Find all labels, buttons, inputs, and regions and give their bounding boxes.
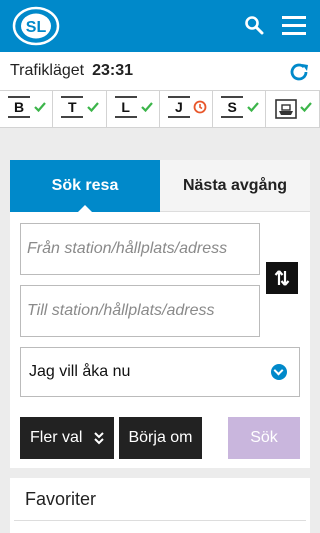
more-options-label: Fler val [30, 429, 83, 446]
mode-letter: L [114, 96, 137, 118]
checkmark-icon [300, 102, 313, 113]
mode-tram[interactable]: S [213, 91, 267, 128]
departure-time-select[interactable]: Jag vill åka nu [20, 347, 300, 397]
mode-bus[interactable]: B [0, 91, 54, 128]
mode-letter: T [61, 96, 84, 118]
divider [14, 520, 306, 521]
mode-commuter-rail[interactable]: J [160, 91, 214, 128]
mode-letter: S [221, 96, 244, 118]
svg-text:SL: SL [26, 19, 47, 36]
tab-search-trip[interactable]: Sök resa [10, 160, 160, 212]
from-input[interactable] [21, 224, 259, 274]
clock-icon [193, 100, 207, 114]
traffic-time: 23:31 [92, 62, 134, 79]
swap-direction-button[interactable] [266, 262, 298, 294]
swap-icon [274, 270, 290, 286]
double-chevron-down-icon [94, 432, 104, 445]
transport-modes-row: B T L J S [0, 90, 320, 128]
traffic-label: Trafikläget [10, 62, 85, 79]
more-options-button[interactable]: Fler val [20, 417, 114, 459]
departure-time-value: Jag vill åka nu [29, 363, 131, 380]
to-input[interactable] [21, 286, 259, 336]
mode-light-rail[interactable]: L [107, 91, 160, 128]
ferry-icon [275, 99, 298, 119]
app-header: SL [0, 0, 320, 52]
checkmark-icon [247, 102, 260, 113]
mode-letter: J [167, 96, 190, 118]
from-field[interactable] [20, 223, 260, 275]
search-button[interactable]: Sök [228, 417, 300, 459]
mode-ferry[interactable] [266, 91, 320, 128]
mode-metro[interactable]: T [53, 91, 107, 128]
chevron-down-icon [271, 364, 287, 380]
sl-logo[interactable]: SL [12, 6, 60, 46]
reset-button[interactable]: Börja om [119, 417, 202, 459]
mode-letter: B [8, 96, 30, 118]
hamburger-menu-icon[interactable] [280, 11, 308, 39]
planner-tabs: Sök resa Nästa avgång [10, 160, 310, 212]
checkmark-icon [140, 102, 153, 113]
favorites-section: Favoriter [10, 478, 310, 533]
refresh-icon[interactable] [288, 61, 310, 83]
tab-next-departure[interactable]: Nästa avgång [160, 160, 310, 212]
favorites-title: Favoriter [25, 489, 97, 509]
to-field[interactable] [20, 285, 260, 337]
traffic-status-bar[interactable]: Trafikläget 23:31 [0, 52, 320, 90]
checkmark-icon [34, 102, 46, 113]
search-icon[interactable] [240, 11, 268, 39]
checkmark-icon [87, 102, 100, 113]
journey-planner: Sök resa Nästa avgång Jag vill åka nu Fl… [10, 160, 310, 468]
